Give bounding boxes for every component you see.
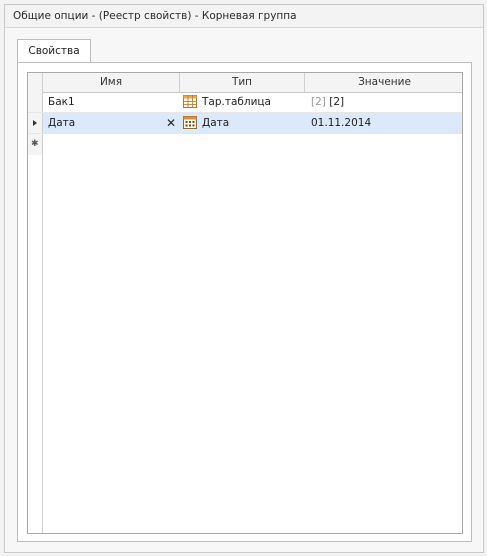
value-text: [2]: [329, 96, 345, 108]
value-count: [2]: [311, 96, 326, 108]
column-header-type[interactable]: Тип: [180, 73, 305, 92]
tab-properties[interactable]: Свойства: [17, 39, 91, 63]
new-row-icon: ✱: [31, 139, 39, 149]
cell-type[interactable]: Дата: [202, 113, 229, 133]
delete-row-icon[interactable]: ✕: [166, 116, 176, 130]
cell-name[interactable]: Бак1: [48, 92, 75, 112]
new-row[interactable]: ✱: [28, 134, 462, 155]
calendar-icon: [183, 116, 197, 129]
cell-type[interactable]: Тар.таблица: [202, 92, 271, 112]
cell-value[interactable]: 01.11.2014: [311, 113, 371, 133]
table-icon: [183, 95, 197, 108]
row-indicator[interactable]: [28, 113, 43, 133]
cell-name[interactable]: Дата: [48, 113, 75, 133]
dialog-window: Общие опции - (Реестр свойств) - Корнева…: [4, 4, 484, 553]
cell-value[interactable]: [2] [2]: [311, 92, 344, 112]
row-indicator[interactable]: ✱: [28, 134, 43, 155]
table-row[interactable]: Дата ✕ Дата 01.11.2014: [28, 113, 462, 134]
tab-panel-properties: Имя Тип Значение Бак1 Тар.таблица [2] [2…: [17, 62, 472, 542]
indicator-column: [28, 155, 43, 533]
column-header-name[interactable]: Имя: [43, 73, 180, 92]
current-row-arrow-icon: [33, 120, 37, 126]
properties-grid: Имя Тип Значение Бак1 Тар.таблица [2] [2…: [27, 72, 463, 534]
column-header-value[interactable]: Значение: [305, 73, 462, 92]
row-indicator[interactable]: [28, 92, 43, 112]
table-row[interactable]: Бак1 Тар.таблица [2] [2]: [28, 92, 462, 113]
header-indicator-cell: [28, 73, 43, 92]
grid-header: Имя Тип Значение: [28, 73, 462, 93]
window-title: Общие опции - (Реестр свойств) - Корнева…: [5, 5, 483, 28]
